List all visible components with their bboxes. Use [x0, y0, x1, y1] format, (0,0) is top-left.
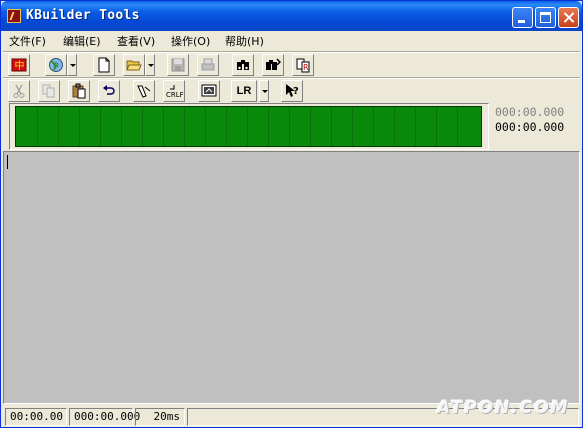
app-icon[interactable]	[7, 9, 21, 23]
print-icon	[201, 58, 215, 71]
lr-button[interactable]: LR	[231, 80, 257, 102]
watermark: ATPON.COM	[437, 398, 570, 418]
menu-edit[interactable]: 编辑(E)	[63, 33, 101, 49]
app-window: KBuilder Tools 文件(F) 编辑(E) 查看(V) 操作(O) 帮…	[0, 0, 583, 428]
svg-text:中: 中	[15, 59, 25, 72]
text-caret	[7, 155, 8, 169]
waveform-grid-line	[184, 107, 185, 146]
status-time-long: 000:00.000	[69, 408, 140, 426]
paste-button[interactable]	[68, 80, 90, 102]
window-title: KBuilder Tools	[26, 8, 140, 23]
time-display-bottom: 000:00.000	[495, 120, 565, 134]
print-button[interactable]	[197, 54, 219, 76]
cn-flag-icon: 中	[11, 58, 27, 72]
waveform-grid-line	[310, 107, 311, 146]
new-document-icon	[98, 57, 110, 73]
replace-icon: R	[296, 58, 310, 73]
waveform-grid-line	[331, 107, 332, 146]
context-help-button[interactable]: ?	[281, 80, 303, 102]
waveform-grid-line	[79, 107, 80, 146]
waveform-grid-line	[268, 107, 269, 146]
edit-pen-button[interactable]	[133, 80, 155, 102]
undo-icon	[103, 85, 115, 95]
waveform-grid-line	[226, 107, 227, 146]
open-dropdown[interactable]	[145, 54, 155, 76]
waveform-grid-line	[289, 107, 290, 146]
undo-button[interactable]	[98, 80, 120, 102]
find-next-icon	[266, 58, 281, 70]
disc-button[interactable]	[45, 54, 67, 76]
status-interval: 20ms	[135, 408, 185, 426]
copy-button[interactable]	[38, 80, 60, 102]
svg-text:?: ?	[293, 86, 299, 97]
svg-text:R: R	[303, 63, 309, 72]
waveform-grid-line	[37, 107, 38, 146]
menu-bar: 文件(F) 编辑(E) 查看(V) 操作(O) 帮助(H)	[1, 31, 582, 50]
waveform-grid-line	[436, 107, 437, 146]
crlf-icon: CRLF	[166, 85, 184, 99]
waveform-grid-line	[163, 107, 164, 146]
menu-file[interactable]: 文件(F)	[9, 33, 46, 49]
waveform-grid-line	[373, 107, 374, 146]
minimize-button[interactable]	[512, 7, 533, 28]
title-bar[interactable]: KBuilder Tools	[1, 1, 582, 31]
monitor-button[interactable]	[198, 80, 220, 102]
cut-button[interactable]	[8, 80, 30, 102]
context-help-icon: ?	[286, 84, 299, 97]
waveform-grid-line	[100, 107, 101, 146]
monitor-icon	[201, 84, 217, 97]
find-icon	[237, 60, 249, 70]
cut-icon	[13, 84, 25, 98]
toolbar-main: 中 R	[3, 53, 580, 77]
maximize-button[interactable]	[535, 7, 556, 28]
waveform-grid-line	[247, 107, 248, 146]
save-button[interactable]	[167, 54, 189, 76]
waveform-panel	[9, 103, 489, 150]
replace-button[interactable]: R	[292, 54, 314, 76]
open-folder-button[interactable]	[123, 54, 145, 76]
waveform-grid-line	[457, 107, 458, 146]
waveform-grid-line	[415, 107, 416, 146]
new-document-button[interactable]	[93, 54, 115, 76]
save-icon	[171, 58, 185, 72]
editor-area[interactable]	[3, 151, 580, 404]
waveform-grid-line	[142, 107, 143, 146]
waveform-grid-line	[58, 107, 59, 146]
waveform-grid-line	[121, 107, 122, 146]
waveform-grid-line	[205, 107, 206, 146]
crlf-button[interactable]: CRLF	[163, 80, 185, 102]
find-button[interactable]	[232, 54, 254, 76]
find-next-button[interactable]	[262, 54, 284, 76]
disc-icon	[49, 58, 63, 72]
disc-dropdown[interactable]	[67, 54, 77, 76]
menu-view[interactable]: 查看(V)	[117, 33, 155, 49]
waveform-grid-line	[352, 107, 353, 146]
cn-flag-button[interactable]: 中	[8, 54, 30, 76]
lr-dropdown[interactable]	[259, 80, 269, 102]
waveform-grid-line	[394, 107, 395, 146]
paste-icon	[72, 83, 86, 99]
toolbar-edit: CRLF LR ?	[3, 79, 580, 103]
close-button[interactable]	[558, 7, 579, 28]
status-time-short: 00:00.00	[5, 408, 67, 426]
open-folder-icon	[126, 60, 142, 71]
menu-help[interactable]: 帮助(H)	[225, 33, 264, 49]
svg-text:CRLF: CRLF	[166, 91, 184, 99]
menu-operation[interactable]: 操作(O)	[171, 33, 210, 49]
copy-icon	[42, 84, 55, 98]
time-display-top: 000:00.000	[495, 105, 565, 119]
waveform-display[interactable]	[15, 106, 482, 147]
edit-pen-icon	[137, 85, 151, 98]
